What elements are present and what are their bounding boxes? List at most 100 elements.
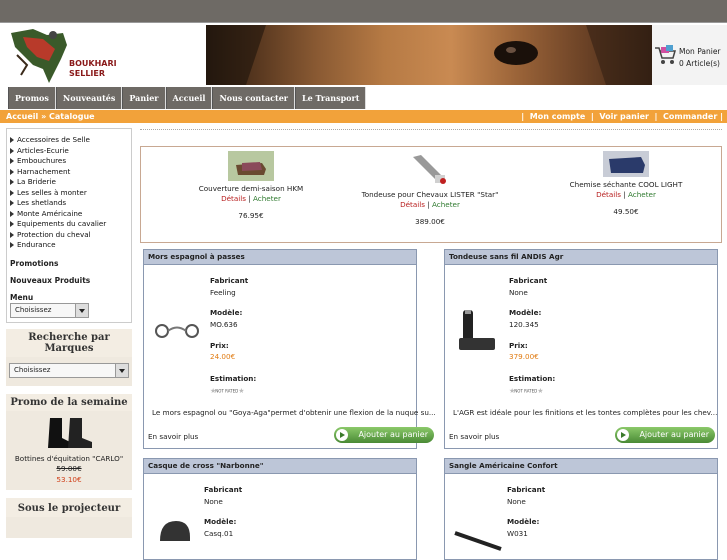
promo-old-price: 59.00€: [56, 464, 82, 473]
logo[interactable]: BOUKHARI SELLIER: [3, 25, 128, 85]
model-value: 120.345: [509, 320, 539, 329]
estimate-label: Estimation:: [210, 374, 257, 383]
brand-search-title: Recherche par Marques: [6, 328, 132, 357]
price-label: Prix:: [509, 341, 528, 350]
breadcrumb[interactable]: Accueil » Catalogue: [6, 110, 95, 123]
price-value: 379.00€: [509, 352, 539, 361]
product-description: L'AGR est idéale pour les finitions et l…: [453, 408, 718, 417]
details-link[interactable]: Détails: [400, 200, 425, 209]
maker-value: None: [204, 497, 223, 506]
category-item[interactable]: Harnachement: [10, 167, 131, 178]
category-item[interactable]: Accessoires de Selle: [10, 135, 131, 146]
my-account-link[interactable]: Mon compte: [530, 112, 586, 121]
category-item[interactable]: Endurance: [10, 240, 131, 251]
promotions-link[interactable]: Promotions: [10, 255, 131, 272]
cart-count: 0 Article(s): [679, 59, 720, 68]
featured-item: Couverture demi-saison HKM Détails | Ach…: [171, 151, 331, 221]
category-item[interactable]: Embouchures: [10, 156, 131, 167]
featured-price: 49.50€: [613, 207, 639, 216]
checkout-link[interactable]: Commander: [663, 112, 717, 121]
category-item[interactable]: La Briderie: [10, 177, 131, 188]
horse-blanket-image[interactable]: [228, 151, 274, 181]
featured-name[interactable]: Tondeuse pour Chevaux LISTER "Star": [355, 190, 505, 200]
maker-value: None: [507, 497, 526, 506]
category-item[interactable]: Les selles à monter: [10, 188, 131, 199]
featured-item: Tondeuse pour Chevaux LISTER "Star" Déta…: [355, 153, 505, 227]
product-card: Tondeuse sans fil ANDIS Agr Fabricant No…: [444, 249, 718, 449]
buy-link[interactable]: Acheter: [253, 194, 281, 203]
view-cart-link[interactable]: Voir panier: [599, 112, 649, 121]
bit-image[interactable]: [154, 316, 200, 346]
maker-label: Fabricant: [507, 485, 546, 494]
details-link[interactable]: Détails: [596, 190, 621, 199]
featured-name[interactable]: Chemise séchante COOL LIGHT: [551, 180, 701, 190]
mini-cart[interactable]: Mon Panier 0 Article(s): [652, 25, 727, 85]
more-info-link[interactable]: En savoir plus: [148, 432, 198, 441]
breadcrumb-bar: Accueil » Catalogue | Mon compte | Voir …: [0, 110, 727, 123]
nav-panier[interactable]: Panier: [122, 87, 166, 109]
model-label: Modèle:: [204, 517, 237, 526]
arrow-right-icon: [10, 137, 14, 143]
girth-image[interactable]: [453, 529, 503, 553]
category-item[interactable]: Monte Américaine: [10, 209, 131, 220]
promo-box: Promo de la semaine Bottines d'équitatio…: [6, 393, 132, 490]
category-list: Accessoires de Selle Articles-Ecurie Emb…: [6, 128, 132, 323]
riding-boots-icon[interactable]: [46, 416, 94, 450]
arrow-right-icon: [10, 221, 14, 227]
menu-select-value: Choisissez: [15, 305, 52, 314]
nav-transport[interactable]: Le Transport: [295, 87, 367, 109]
category-item[interactable]: Protection du cheval: [10, 230, 131, 241]
price-value: 24.00€: [210, 352, 236, 361]
nav-promos[interactable]: Promos: [8, 87, 56, 109]
main-content: Couverture demi-saison HKM Détails | Ach…: [140, 128, 722, 560]
promo-product-name[interactable]: Bottines d'équitation "CARLO": [6, 454, 132, 465]
menu-select[interactable]: Choisissez: [10, 302, 89, 318]
maker-label: Fabricant: [204, 485, 243, 494]
chevron-down-icon: [115, 363, 128, 377]
featured-price: 389.00€: [415, 217, 445, 226]
brand-select-value: Choisissez: [14, 365, 51, 374]
clipper-image[interactable]: [407, 153, 453, 187]
category-item[interactable]: Les shetlands: [10, 198, 131, 209]
buy-link[interactable]: Acheter: [432, 200, 460, 209]
more-info-link[interactable]: En savoir plus: [449, 432, 499, 441]
nav-accueil[interactable]: Accueil: [165, 87, 213, 109]
product-title[interactable]: Mors espagnol à passes: [144, 250, 416, 265]
arrow-right-icon: [10, 168, 14, 175]
maker-value: None: [509, 288, 528, 297]
promo-new-price: 53.10€: [56, 474, 82, 484]
cooler-sheet-image[interactable]: [603, 151, 649, 177]
helmet-image[interactable]: [158, 519, 192, 543]
add-to-cart-button[interactable]: Ajouter au panier: [615, 427, 715, 443]
cordless-clipper-image[interactable]: [453, 306, 499, 356]
product-title[interactable]: Tondeuse sans fil ANDIS Agr: [445, 250, 717, 265]
nav-contact[interactable]: Nous contacter: [212, 87, 295, 109]
arrow-right-icon: [10, 242, 14, 248]
featured-products: Couverture demi-saison HKM Détails | Ach…: [140, 146, 722, 243]
product-description: Le mors espagnol ou "Goya-Aga"permet d'o…: [152, 408, 436, 417]
main-nav: Promos Nouveautés Panier Accueil Nous co…: [8, 87, 367, 109]
buy-link[interactable]: Acheter: [628, 190, 656, 199]
category-item[interactable]: Articles-Ecurie: [10, 146, 131, 157]
product-card: Mors espagnol à passes Fabricant Feeling…: [143, 249, 436, 449]
brand-select[interactable]: Choisissez: [9, 362, 129, 378]
model-label: Modèle:: [507, 517, 540, 526]
new-products-link[interactable]: Nouveaux Produits: [10, 272, 131, 289]
product-title[interactable]: Casque de cross "Narbonne": [144, 459, 416, 474]
featured-item: Chemise séchante COOL LIGHT Détails | Ac…: [551, 151, 701, 217]
model-value: MO.636: [210, 320, 238, 329]
details-link[interactable]: Détails: [221, 194, 246, 203]
rating-stars-icon: ★NOT RATED★: [509, 387, 544, 395]
nav-nouveautes[interactable]: Nouveautés: [55, 87, 123, 109]
logo-text-line2: SELLIER: [69, 69, 106, 78]
chevron-down-icon: [75, 303, 88, 317]
estimate-label: Estimation:: [509, 374, 556, 383]
product-title[interactable]: Sangle Américaine Confort: [445, 459, 717, 474]
rating-stars-icon: ★NOT RATED★: [210, 387, 245, 395]
add-to-cart-button[interactable]: Ajouter au panier: [334, 427, 434, 443]
model-label: Modèle:: [509, 308, 542, 317]
arrow-right-icon: [617, 429, 629, 441]
arrow-right-icon: [10, 231, 14, 238]
featured-name[interactable]: Couverture demi-saison HKM: [171, 184, 331, 194]
category-item[interactable]: Equipements du cavalier: [10, 219, 131, 230]
